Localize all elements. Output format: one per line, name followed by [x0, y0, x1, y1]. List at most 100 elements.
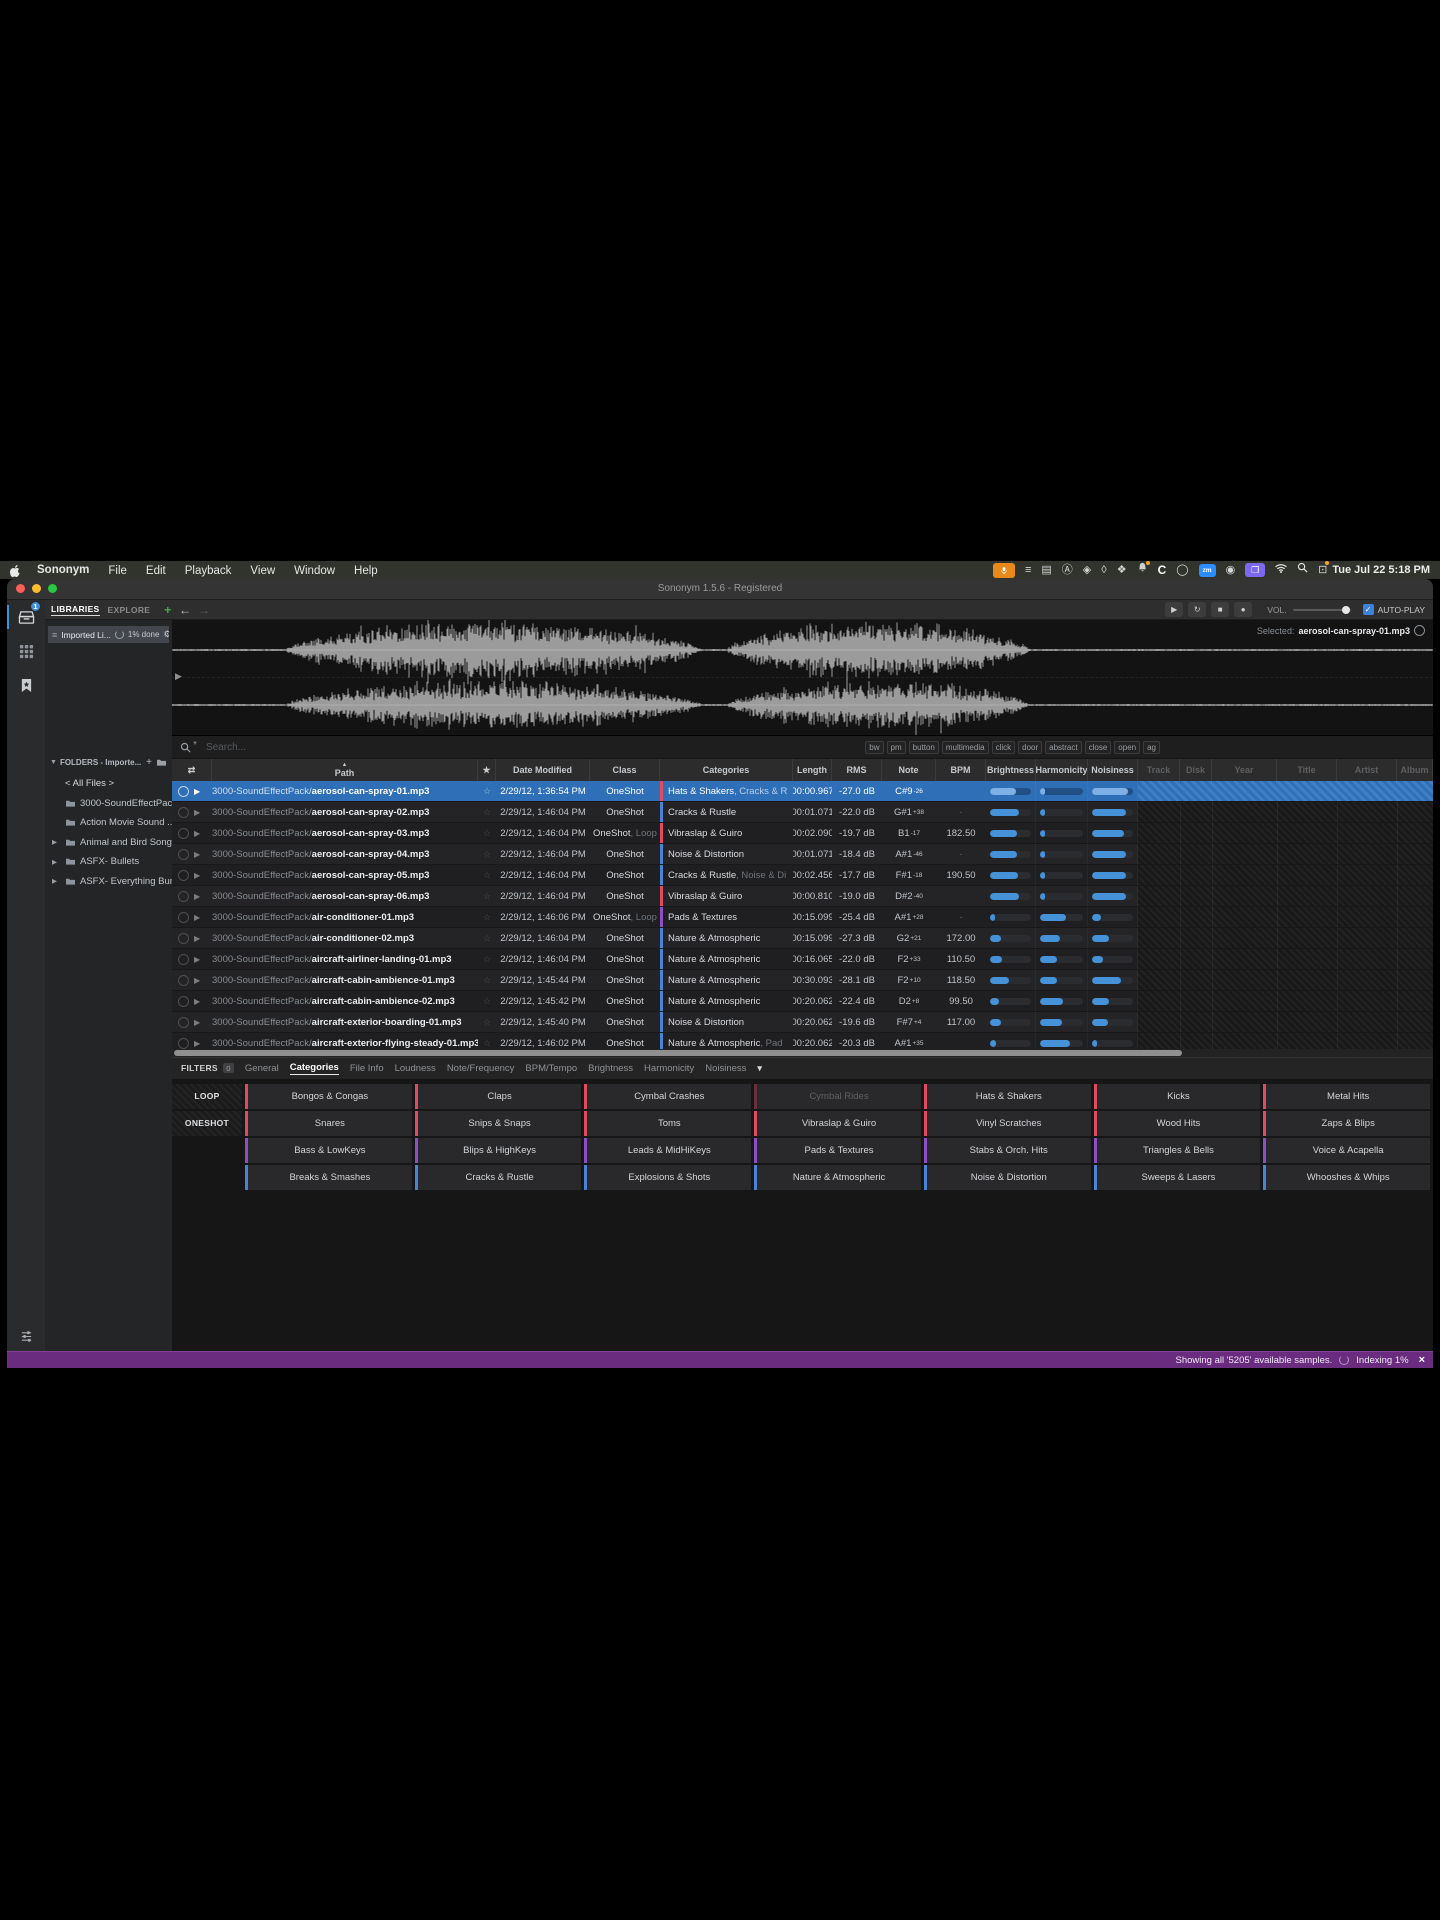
category-button-cracks-rustle[interactable]: Cracks & Rustle — [414, 1164, 582, 1190]
row-play-icon[interactable]: ▶ — [194, 913, 200, 922]
category-button-whooshes-whips[interactable]: Whooshes & Whips — [1263, 1164, 1431, 1190]
zoom-window-button[interactable] — [48, 584, 57, 593]
filter-tab-noisiness[interactable]: Noisiness — [705, 1063, 746, 1074]
category-button-bongos-congas[interactable]: Bongos & Congas — [245, 1083, 412, 1109]
menubar-diamond-icon[interactable]: ◈ — [1083, 561, 1091, 579]
favorite-star-icon[interactable]: ☆ — [478, 907, 496, 927]
tab-libraries[interactable]: LIBRARIES — [51, 604, 100, 616]
search-tag-click[interactable]: click — [991, 740, 1016, 754]
chevron-down-icon[interactable]: ▾ — [757, 1063, 762, 1074]
category-button-pads-textures[interactable]: Pads & Textures — [754, 1137, 921, 1163]
category-button-triangles-bells[interactable]: Triangles & Bells — [1093, 1137, 1261, 1163]
column-header-note[interactable]: Note — [882, 759, 936, 781]
table-row[interactable]: ▶ 3000-SoundEffectPack/aerosol-can-spray-… — [172, 865, 1433, 886]
filter-tab-file-info[interactable]: File Info — [350, 1063, 384, 1074]
table-row[interactable]: ▶ 3000-SoundEffectPack/aerosol-can-spray-… — [172, 886, 1433, 907]
libraries-view-icon[interactable]: 1 — [7, 600, 45, 634]
table-row[interactable]: ▶ 3000-SoundEffectPack/aircraft-airliner-… — [172, 949, 1433, 970]
category-button-bass-lowkeys[interactable]: Bass & LowKeys — [245, 1137, 412, 1163]
row-play-icon[interactable]: ▶ — [194, 1039, 200, 1048]
category-button-kicks[interactable]: Kicks — [1093, 1083, 1261, 1109]
category-button-hats-shakers[interactable]: Hats & Shakers — [923, 1083, 1091, 1109]
search-bar[interactable]: ▼ Search... bw pm button multimedia click doo… — [172, 736, 1433, 759]
row-select-circle[interactable] — [178, 1037, 189, 1049]
filter-tab-general[interactable]: General — [245, 1063, 279, 1074]
row-select-circle[interactable] — [178, 932, 189, 944]
row-play-icon[interactable]: ▶ — [194, 892, 200, 901]
folder-item-asfx-everything-bun[interactable]: ▶ ASFX- Everything Bun... — [45, 872, 172, 892]
column-header-harmonicity[interactable]: Harmonicity — [1036, 759, 1088, 781]
category-button-cymbal-crashes[interactable]: Cymbal Crashes — [584, 1083, 752, 1109]
row-play-icon[interactable]: ▶ — [194, 787, 200, 796]
row-select-circle[interactable] — [178, 869, 189, 881]
category-button-explosions-shots[interactable]: Explosions & Shots — [584, 1164, 752, 1190]
column-header-categories[interactable]: Categories — [660, 759, 793, 781]
search-tag-open[interactable]: open — [1114, 740, 1141, 754]
title-bar[interactable]: Sononym 1.5.6 - Registered — [7, 579, 1433, 600]
category-button-leads-midhikeys[interactable]: Leads & MidHiKeys — [584, 1137, 752, 1163]
search-tag-door[interactable]: door — [1018, 740, 1043, 754]
search-tag-pm[interactable]: pm — [886, 740, 906, 754]
table-row[interactable]: ▶ 3000-SoundEffectPack/aerosol-can-spray-… — [172, 781, 1433, 802]
back-button[interactable]: ← — [179, 601, 191, 619]
folder-item-asfx-bullets[interactable]: ▶ ASFX- Bullets — [45, 852, 172, 872]
filter-tab-brightness[interactable]: Brightness — [588, 1063, 633, 1074]
table-row[interactable]: ▶ 3000-SoundEffectPack/aerosol-can-spray-… — [172, 802, 1433, 823]
row-select-circle[interactable] — [178, 827, 189, 839]
table-row[interactable]: ▶ 3000-SoundEffectPack/air-conditioner-01… — [172, 907, 1433, 928]
filter-tab-loudness[interactable]: Loudness — [395, 1063, 436, 1074]
menubar-droplet-icon[interactable]: ◊ — [1101, 561, 1106, 579]
category-button-blips-highkeys[interactable]: Blips & HighKeys — [414, 1137, 582, 1163]
waveform-display[interactable]: ▶ Selected: aerosol-can-spray-01.mp3 — [172, 620, 1433, 736]
library-item-imported[interactable]: ≡ Imported Li... 1% done ⚙ — [48, 626, 169, 643]
menu-help[interactable]: Help — [354, 565, 378, 577]
menubar-zoom-icon[interactable]: zm — [1198, 563, 1216, 577]
search-tag-abstract[interactable]: abstract — [1045, 740, 1082, 754]
close-window-button[interactable] — [16, 584, 25, 593]
menubar-play-circle-icon[interactable]: ◉ — [1226, 561, 1236, 579]
column-header-year[interactable]: Year — [1212, 759, 1277, 781]
menu-edit[interactable]: Edit — [146, 565, 166, 577]
menu-clock[interactable]: Tue Jul 22 5:18 PM — [1332, 564, 1430, 576]
row-play-icon[interactable]: ▶ — [194, 850, 200, 859]
menu-file[interactable]: File — [108, 565, 127, 577]
row-play-icon[interactable]: ▶ — [194, 976, 200, 985]
category-button-vinyl-scratches[interactable]: Vinyl Scratches — [923, 1110, 1091, 1136]
favorite-star-icon[interactable]: ☆ — [478, 949, 496, 969]
horizontal-scrollbar[interactable] — [172, 1048, 1433, 1057]
table-row[interactable]: ▶ 3000-SoundEffectPack/aircraft-exterior-… — [172, 1012, 1433, 1033]
row-select-circle[interactable] — [178, 890, 189, 902]
apple-menu-icon[interactable] — [10, 564, 21, 577]
menubar-printer-icon[interactable]: ▤ — [1041, 561, 1051, 579]
menubar-control-center-icon[interactable]: ⊡ — [1318, 561, 1330, 579]
row-play-icon[interactable]: ▶ — [194, 871, 200, 880]
row-select-circle[interactable] — [178, 806, 189, 818]
category-button-cymbal-rides[interactable]: Cymbal Rides — [754, 1083, 921, 1109]
row-play-icon[interactable]: ▶ — [194, 1018, 200, 1027]
table-row[interactable]: ▶ 3000-SoundEffectPack/air-conditioner-02… — [172, 928, 1433, 949]
filter-panel-toggle-icon[interactable] — [7, 1330, 45, 1343]
dismiss-status-button[interactable]: × — [1419, 1354, 1425, 1366]
menubar-letter-c-icon[interactable]: C — [1158, 561, 1167, 579]
menubar-wifi-icon[interactable] — [1275, 561, 1287, 579]
column-header-rms[interactable]: RMS — [832, 759, 882, 781]
table-row[interactable]: ▶ 3000-SoundEffectPack/aircraft-cabin-amb… — [172, 970, 1433, 991]
search-tag-ag[interactable]: ag — [1143, 740, 1160, 754]
scrollbar-thumb[interactable] — [174, 1049, 1182, 1056]
category-button-toms[interactable]: Toms — [584, 1110, 752, 1136]
search-tag-bw[interactable]: bw — [865, 740, 884, 754]
folder-item-3000-soundeffectpack[interactable]: 3000-SoundEffectPack — [45, 794, 172, 814]
row-select-circle[interactable] — [178, 911, 189, 923]
play-button[interactable]: ▶ — [1165, 602, 1184, 617]
library-settings-gear-icon[interactable]: ⚙ — [163, 629, 169, 640]
row-play-icon[interactable]: ▶ — [194, 808, 200, 817]
table-row[interactable]: ▶ 3000-SoundEffectPack/aircraft-exterior-… — [172, 1033, 1433, 1049]
collapse-caret-icon[interactable]: ▼ — [50, 759, 57, 766]
menubar-dropbox-icon[interactable]: ❖ — [1117, 561, 1127, 579]
volume-slider[interactable] — [1292, 605, 1351, 614]
row-select-circle[interactable] — [178, 974, 189, 986]
column-header-path[interactable]: ▲ Path — [212, 759, 478, 781]
column-header-track[interactable]: Track — [1138, 759, 1180, 781]
category-button-nature-atmospheric[interactable]: Nature & Atmospheric — [754, 1164, 921, 1190]
category-button-metal-hits[interactable]: Metal Hits — [1263, 1083, 1431, 1109]
